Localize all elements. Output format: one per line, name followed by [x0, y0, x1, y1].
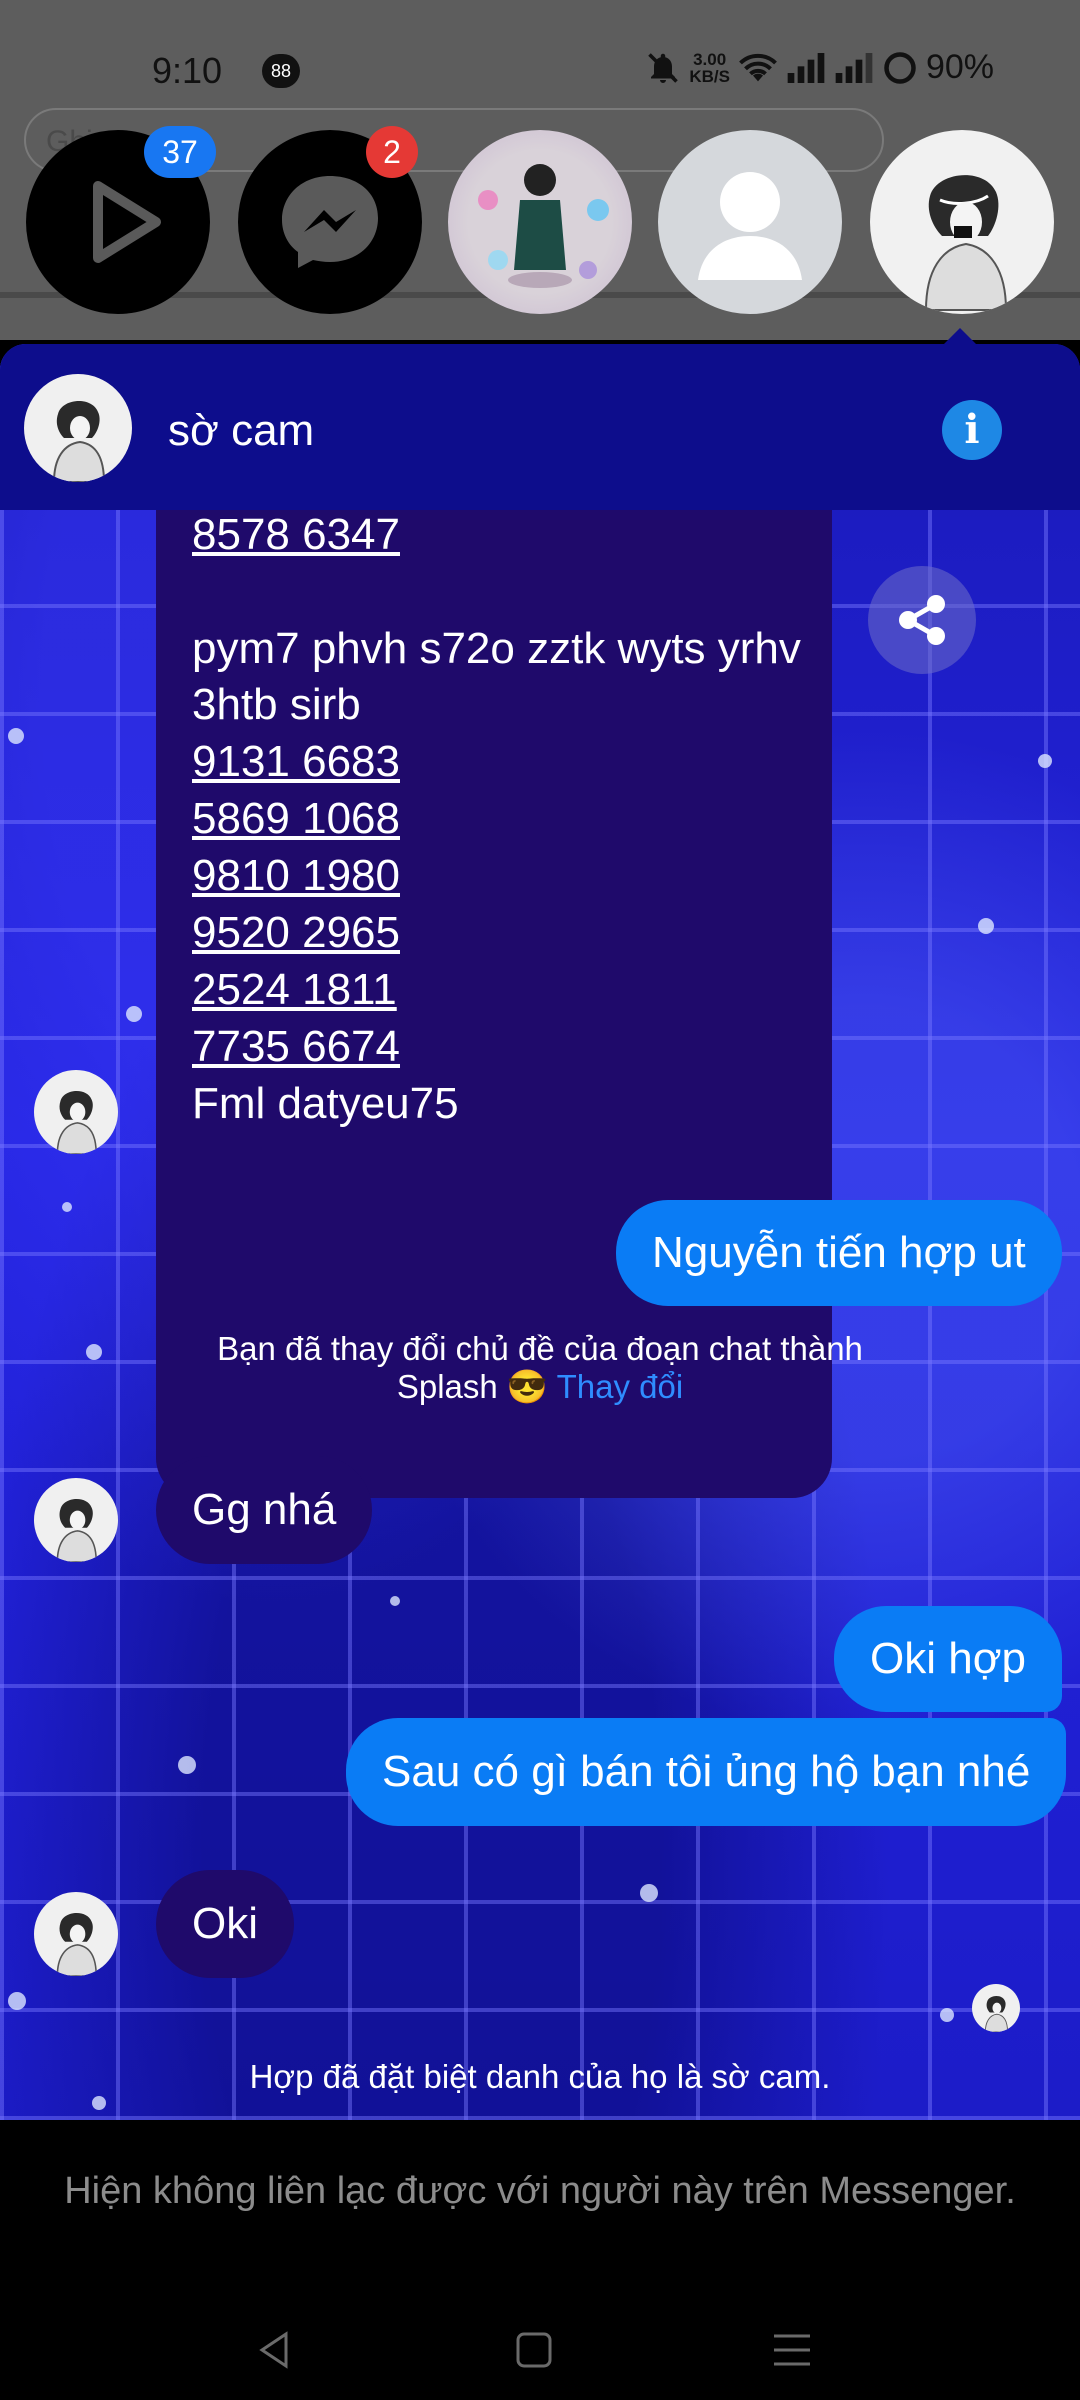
- bubble-particle: [1038, 754, 1052, 768]
- system-message-theme: Bạn đã thay đổi chủ đề của đoạn chat thà…: [217, 1330, 863, 1405]
- bubble-particle: [978, 918, 994, 934]
- active-head-pointer: [944, 328, 976, 344]
- bubble-particle: [178, 1756, 196, 1774]
- mute-bell-icon: [648, 52, 679, 83]
- chat-header: sờ cam i: [0, 344, 1080, 510]
- sketch-avatar-icon: [984, 1995, 1009, 2032]
- info-icon[interactable]: i: [942, 400, 1002, 460]
- message-code-link[interactable]: 9810 1980: [192, 851, 400, 901]
- message-code-link[interactable]: 7735 6674: [192, 1022, 400, 1072]
- status-time: 9:10: [152, 50, 223, 91]
- home-icon[interactable]: [504, 2320, 564, 2380]
- bubble-particle: [8, 1992, 26, 2010]
- bubble-particle: [640, 1884, 658, 1902]
- sender-avatar[interactable]: [34, 1892, 118, 1976]
- contact-avatar[interactable]: [24, 374, 132, 482]
- bubble-particle: [62, 1202, 72, 1212]
- message-line[interactable]: 8578 6347: [192, 510, 400, 560]
- status-bar: 9:10 88 3.00 KB/S 90%: [0, 40, 1080, 104]
- notification-count-badge: 88: [262, 54, 300, 88]
- signal-icon: [787, 52, 825, 83]
- system-message-nickname: Hợp đã đặt biệt danh của họ là sờ cam.: [249, 2058, 831, 2095]
- message-code-link[interactable]: 5869 1068: [192, 794, 400, 844]
- battery-percent: 90%: [925, 48, 994, 86]
- chat-head-photo-contact[interactable]: [448, 130, 632, 314]
- sender-avatar[interactable]: [34, 1070, 118, 1154]
- message-line: 3htb sirb: [192, 680, 361, 729]
- messenger-unread-badge: 2: [366, 126, 418, 178]
- bubble-particle: [390, 1596, 400, 1606]
- bubble-particle: [940, 2008, 954, 2022]
- person-photo-icon: [478, 164, 609, 288]
- message-line: pym7 phvh s72o zztk wyts yrhv: [192, 624, 801, 673]
- back-icon[interactable]: [246, 2320, 306, 2380]
- play-unread-badge: 37: [144, 126, 216, 178]
- menu-icon[interactable]: [762, 2320, 822, 2380]
- network-speed: 3.00 KB/S: [689, 49, 730, 86]
- message-code-link[interactable]: 2524 1811: [192, 965, 397, 1015]
- unavailable-notice: Hiện không liên lạc được với người này t…: [64, 2170, 1016, 2212]
- received-message[interactable]: Oki: [156, 1870, 294, 1978]
- sketch-avatar-icon: [52, 400, 106, 482]
- sketch-avatar-icon: [56, 1090, 98, 1154]
- bubble-particle: [8, 728, 24, 744]
- sent-message[interactable]: Oki hợp: [834, 1606, 1063, 1712]
- share-icon: [899, 595, 945, 645]
- default-person-icon: [698, 172, 802, 280]
- change-theme-link[interactable]: Thay đổi: [557, 1368, 684, 1405]
- sender-avatar[interactable]: [34, 1478, 118, 1562]
- message-code-link[interactable]: 9131 6683: [192, 737, 400, 787]
- message-line: Fml datyeu75: [192, 1079, 459, 1128]
- sketch-avatar-icon: [924, 175, 1008, 311]
- signal-icon-2: [835, 52, 873, 83]
- bubble-particle: [126, 1006, 142, 1022]
- sketch-avatar-icon: [56, 1912, 98, 1976]
- bottom-area: Hiện không liên lạc được với người này t…: [0, 2120, 1080, 2400]
- received-message[interactable]: Gg nhá: [156, 1456, 373, 1564]
- seen-avatar: [972, 1984, 1020, 2032]
- contact-name[interactable]: sờ cam: [168, 406, 314, 456]
- bubble-particle: [92, 2096, 106, 2110]
- share-button[interactable]: [868, 566, 976, 674]
- message-code-link[interactable]: 9520 2965: [192, 908, 400, 958]
- status-icons: 3.00 KB/S 90%: [645, 48, 994, 87]
- sketch-avatar-icon: [56, 1498, 98, 1562]
- chat-head-sketch-contact[interactable]: [870, 130, 1054, 314]
- battery-ring-icon: [884, 51, 916, 84]
- sent-message[interactable]: Nguyễn tiến hợp ut: [616, 1200, 1062, 1306]
- sent-message[interactable]: Sau có gì bán tôi ủng hộ bạn nhé: [346, 1718, 1067, 1826]
- chat-head-default-avatar[interactable]: [658, 130, 842, 314]
- wifi-icon: [739, 53, 777, 81]
- chat-window: sờ cam i 8578 6347 pym7 phvh s72o zztk w…: [0, 344, 1080, 2120]
